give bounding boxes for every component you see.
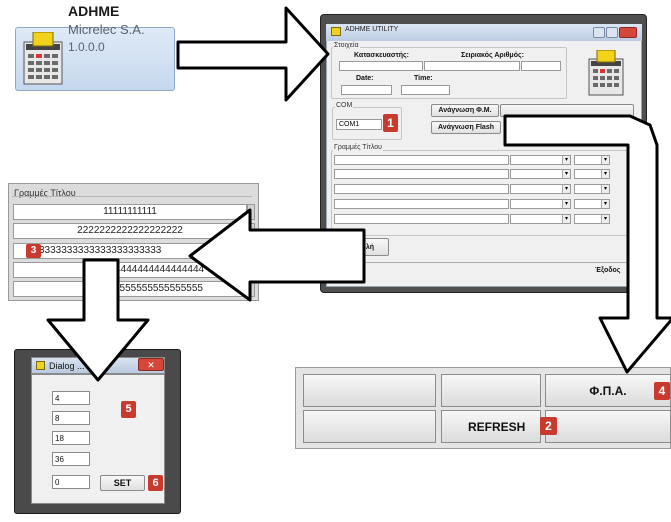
dialog-field-5[interactable]: 0: [52, 475, 90, 489]
header-line-field-5[interactable]: [334, 214, 509, 224]
header-line-combo-1[interactable]: ▾: [510, 155, 571, 165]
scroll-stub: [247, 281, 255, 297]
header-line-3[interactable]: 3333333333333333333333: [13, 243, 247, 259]
exit-button[interactable]: Έξοδος: [595, 267, 620, 274]
time-label: Time:: [414, 75, 433, 82]
dialog-app-icon: [36, 361, 45, 370]
scroll-stub: [247, 262, 255, 278]
badge-1: 1: [383, 114, 398, 132]
app-company: Micrelec S.A.: [68, 22, 145, 37]
dialog-field-4[interactable]: 36: [52, 452, 90, 466]
header-line-1[interactable]: 11111111111: [13, 204, 247, 220]
header-line-style-1[interactable]: ▾: [574, 155, 610, 165]
chevron-down-icon: ▾: [562, 156, 570, 164]
scroll-stub: [247, 223, 255, 239]
com-group-label: COM: [335, 102, 354, 109]
chevron-down-icon: ▾: [562, 185, 570, 193]
badge-3: 3: [26, 244, 41, 258]
manufacturer-label: Κατασκευαστής:: [354, 52, 409, 59]
header-line-combo-5[interactable]: ▾: [510, 214, 571, 224]
header-line-style-5[interactable]: ▾: [574, 214, 610, 224]
header-line-5[interactable]: 5555555555555555: [13, 281, 247, 297]
badge-5: 5: [121, 401, 136, 418]
minimize-button[interactable]: [593, 27, 605, 38]
date-label: Date:: [356, 75, 374, 82]
badge-4: 4: [654, 382, 670, 400]
dialog-field-3[interactable]: 18: [52, 431, 90, 445]
header-line-combo-4[interactable]: ▾: [510, 199, 571, 209]
date-field[interactable]: [341, 85, 392, 95]
header-line-style-3[interactable]: ▾: [574, 184, 610, 194]
dialog-field-2[interactable]: 8: [52, 411, 90, 425]
header-line-combo-2[interactable]: ▾: [510, 169, 571, 179]
chevron-down-icon: ▾: [562, 200, 570, 208]
calculator-icon: [588, 50, 624, 96]
read-fiscal-memory-button[interactable]: Ανάγνωση Φ.Μ.: [431, 104, 499, 117]
maximize-button[interactable]: [606, 27, 618, 38]
read-flash-button[interactable]: Ανάγνωση Flash: [431, 121, 501, 134]
serial-field-2[interactable]: [521, 61, 561, 71]
scroll-stub: [247, 243, 255, 259]
header-line-4[interactable]: 444444444444444444: [13, 262, 247, 278]
manufacturer-field[interactable]: [339, 61, 423, 71]
refresh-button[interactable]: REFRESH: [441, 410, 541, 443]
chevron-down-icon: ▾: [601, 185, 609, 193]
send-command-button[interactable]: ...ντολή: [334, 238, 389, 256]
dialog-close-icon[interactable]: ✕: [138, 358, 164, 371]
chevron-down-icon: ▾: [601, 170, 609, 178]
divider: [12, 196, 252, 197]
calculator-app-icon: [23, 32, 63, 85]
set-button[interactable]: SET: [100, 475, 145, 491]
chevron-down-icon: ▾: [601, 215, 609, 223]
chevron-down-icon: ▾: [562, 170, 570, 178]
read-fiscal-memory-extra-button[interactable]: [500, 104, 634, 117]
header-line-field-1[interactable]: [334, 155, 509, 165]
chevron-down-icon: ▾: [601, 156, 609, 164]
header-line-style-2[interactable]: ▾: [574, 169, 610, 179]
header-line-field-4[interactable]: [334, 199, 509, 209]
serial-label: Σειριακός Αριθμός:: [461, 52, 524, 59]
bottom-blank-button-1[interactable]: [303, 374, 436, 407]
bottom-blank-button-3[interactable]: [303, 410, 436, 443]
header-line-field-3[interactable]: [334, 184, 509, 194]
badge-2: 2: [540, 417, 557, 435]
bottom-blank-button-2[interactable]: [441, 374, 541, 407]
header-line-style-4[interactable]: ▾: [574, 199, 610, 209]
callout-arrow-right: [176, 6, 330, 102]
app-name: ADHME: [68, 3, 120, 19]
header-line-field-2[interactable]: [334, 169, 509, 179]
dialog-title: Dialog ...: [49, 361, 85, 371]
badge-6: 6: [148, 475, 163, 491]
window-title: ADHME UTILITY: [345, 26, 399, 33]
bottom-blank-button-4[interactable]: [545, 410, 671, 443]
chevron-down-icon: ▾: [601, 200, 609, 208]
close-button[interactable]: [619, 27, 637, 38]
app-small-icon: [331, 27, 341, 36]
scroll-stub: [247, 204, 255, 220]
dialog-field-1[interactable]: 4: [52, 391, 90, 405]
header-lines-group-label: Γραμμές Τίτλου: [333, 144, 383, 151]
header-line-2[interactable]: 2222222222222222222: [13, 223, 247, 239]
serial-field-1[interactable]: [424, 61, 520, 71]
info-group-label: Στοιχεία: [333, 42, 360, 49]
chevron-down-icon: ▾: [562, 215, 570, 223]
time-field[interactable]: [401, 85, 450, 95]
divider: [327, 262, 641, 263]
header-line-combo-3[interactable]: ▾: [510, 184, 571, 194]
app-version: 1.0.0.0: [68, 40, 105, 54]
com-port-field[interactable]: COM1: [336, 119, 382, 130]
vat-button[interactable]: Φ.Π.Α.: [545, 374, 671, 407]
